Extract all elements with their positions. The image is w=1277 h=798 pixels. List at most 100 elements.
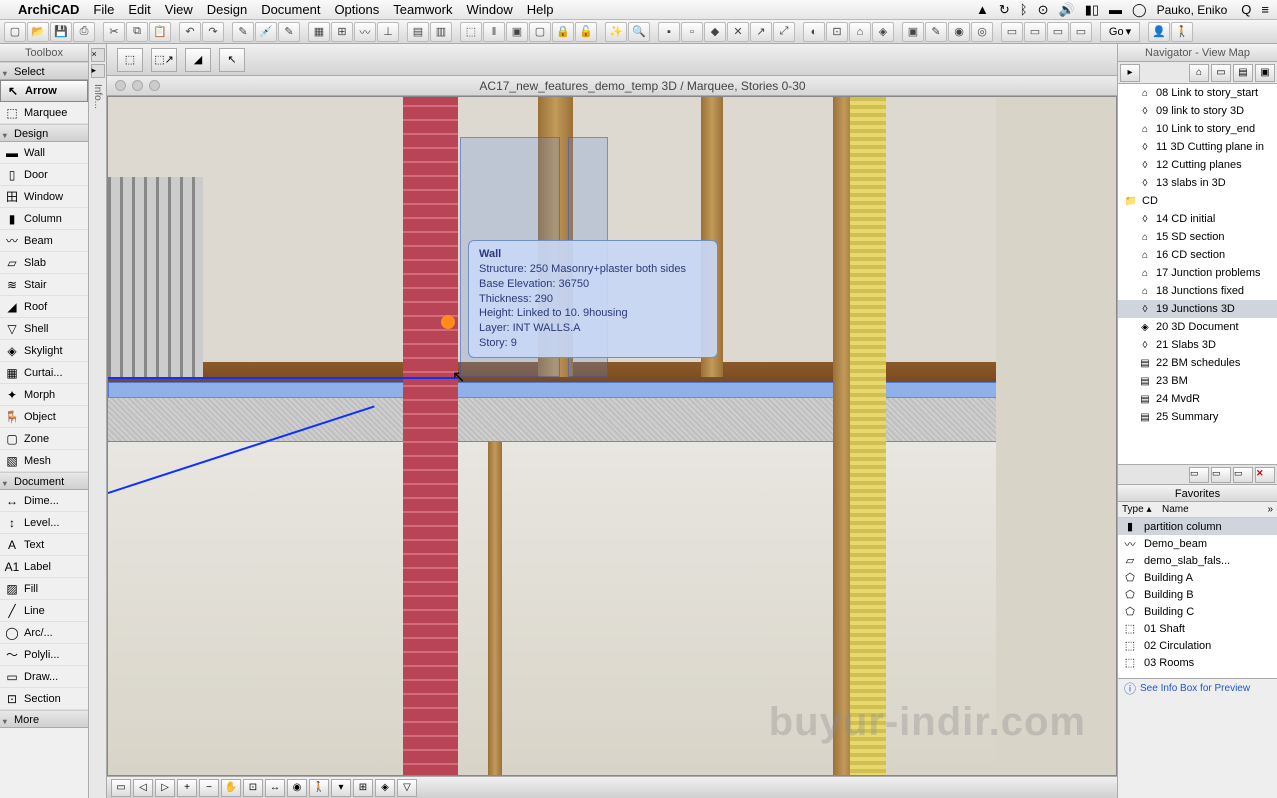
tool-roof[interactable]: ◢Roof bbox=[0, 296, 88, 318]
tool-fill[interactable]: ▨Fill bbox=[0, 578, 88, 600]
menu-help[interactable]: Help bbox=[527, 2, 554, 17]
tool-skylight[interactable]: ◈Skylight bbox=[0, 340, 88, 362]
edit2-button[interactable]: ▫ bbox=[681, 22, 703, 42]
palette3-button[interactable]: ▭ bbox=[1047, 22, 1069, 42]
geom3-button[interactable]: ◢ bbox=[185, 48, 211, 72]
geom4-button[interactable]: ↖ bbox=[219, 48, 245, 72]
measure-button[interactable]: ✎ bbox=[278, 22, 300, 42]
ruler-button[interactable]: ⊥ bbox=[377, 22, 399, 42]
suspend-button[interactable]: ‖ bbox=[483, 22, 505, 42]
tool-draw[interactable]: ▭Draw... bbox=[0, 666, 88, 688]
geom1-button[interactable]: ⬚ bbox=[117, 48, 143, 72]
favorite-item[interactable]: ⬚02 Circulation bbox=[1118, 637, 1277, 654]
view4-button[interactable]: ◈ bbox=[872, 22, 894, 42]
tool-text[interactable]: AText bbox=[0, 534, 88, 556]
render1-button[interactable]: ▣ bbox=[902, 22, 924, 42]
nav-btn-1[interactable]: ▭ bbox=[1189, 467, 1209, 483]
tool-section[interactable]: ⊡Section bbox=[0, 688, 88, 710]
nav-item[interactable]: ▤23 BM bbox=[1118, 372, 1277, 390]
trace-button[interactable]: ⬚ bbox=[460, 22, 482, 42]
lock-button[interactable]: 🔒 bbox=[552, 22, 574, 42]
view2-button[interactable]: ⊡ bbox=[826, 22, 848, 42]
nav-tab-popup[interactable]: ▸ bbox=[1120, 64, 1140, 82]
render4-button[interactable]: ◎ bbox=[971, 22, 993, 42]
redo-button[interactable]: ↷ bbox=[202, 22, 224, 42]
nav-item[interactable]: ◊12 Cutting planes bbox=[1118, 156, 1277, 174]
palette4-button[interactable]: ▭ bbox=[1070, 22, 1092, 42]
copy-button[interactable]: ⧉ bbox=[126, 22, 148, 42]
nav-tab-view[interactable]: ▭ bbox=[1211, 64, 1231, 82]
menu-design[interactable]: Design bbox=[207, 2, 247, 17]
render3-button[interactable]: ◉ bbox=[948, 22, 970, 42]
zoom-page-button[interactable]: ▭ bbox=[111, 779, 131, 797]
user-icon[interactable]: ◯ bbox=[1132, 2, 1147, 18]
group-button[interactable]: ▣ bbox=[506, 22, 528, 42]
nav-item[interactable]: ⌂16 CD section bbox=[1118, 246, 1277, 264]
favorite-item[interactable]: ⬚03 Rooms bbox=[1118, 654, 1277, 671]
tool-slab[interactable]: ▱Slab bbox=[0, 252, 88, 274]
nav-item[interactable]: ⌂17 Junction problems bbox=[1118, 264, 1277, 282]
favorite-item[interactable]: ⬚01 Shaft bbox=[1118, 620, 1277, 637]
edit1-button[interactable]: ▪ bbox=[658, 22, 680, 42]
view1-button[interactable]: ◐ bbox=[803, 22, 825, 42]
pan-button[interactable]: ✋ bbox=[221, 779, 241, 797]
edit5-button[interactable]: ↗ bbox=[750, 22, 772, 42]
nav-item[interactable]: ▤25 Summary bbox=[1118, 408, 1277, 426]
nav-tab-publisher[interactable]: ▣ bbox=[1255, 64, 1275, 82]
tool-morph[interactable]: ✦Morph bbox=[0, 384, 88, 406]
nav-item[interactable]: ◊11 3D Cutting plane in bbox=[1118, 138, 1277, 156]
favorite-item[interactable]: 〰Demo_beam bbox=[1118, 535, 1277, 552]
user-name[interactable]: Pauko, Eniko bbox=[1157, 3, 1228, 17]
menu-view[interactable]: View bbox=[165, 2, 193, 17]
nav-item[interactable]: ◈20 3D Document bbox=[1118, 318, 1277, 336]
tool-door[interactable]: ▯Door bbox=[0, 164, 88, 186]
open-button[interactable]: 📂 bbox=[27, 22, 49, 42]
walk-button[interactable]: 🚶 bbox=[309, 779, 329, 797]
zoom-out-button[interactable]: − bbox=[199, 779, 219, 797]
edit4-button[interactable]: ✕ bbox=[727, 22, 749, 42]
volume-icon[interactable]: 🔊 bbox=[1059, 2, 1075, 18]
scroll-button[interactable]: ↔ bbox=[265, 779, 285, 797]
flag-icon[interactable]: ▬ bbox=[1109, 2, 1122, 17]
extra1-button[interactable]: ⊞ bbox=[353, 779, 373, 797]
tool-zone[interactable]: ▢Zone bbox=[0, 428, 88, 450]
nav-item[interactable]: ◊14 CD initial bbox=[1118, 210, 1277, 228]
edit6-button[interactable]: ⤢ bbox=[773, 22, 795, 42]
bluetooth-icon[interactable]: ᛒ bbox=[1020, 2, 1028, 17]
nav-item[interactable]: 📁CD bbox=[1118, 192, 1277, 210]
favorites-header[interactable]: Type ▴ Name » bbox=[1118, 502, 1277, 518]
zoom-in-button[interactable]: + bbox=[177, 779, 197, 797]
layer-settings-button[interactable]: ▥ bbox=[430, 22, 452, 42]
new-button[interactable]: ▢ bbox=[4, 22, 26, 42]
sync-icon[interactable]: ↻ bbox=[999, 2, 1010, 18]
cut-button[interactable]: ✂ bbox=[103, 22, 125, 42]
close-dot[interactable] bbox=[115, 80, 126, 91]
nav-item[interactable]: ◊21 Slabs 3D bbox=[1118, 336, 1277, 354]
nav-item[interactable]: ▤22 BM schedules bbox=[1118, 354, 1277, 372]
nav-tab-project[interactable]: ⌂ bbox=[1189, 64, 1209, 82]
nav-item[interactable]: ◊09 link to story 3D bbox=[1118, 102, 1277, 120]
help-button[interactable]: 👤 bbox=[1148, 22, 1170, 42]
menu-document[interactable]: Document bbox=[261, 2, 320, 17]
tool-line[interactable]: ╱Line bbox=[0, 600, 88, 622]
tool-marquee[interactable]: ⬚Marquee bbox=[0, 102, 88, 124]
snap-button[interactable]: ▦ bbox=[308, 22, 330, 42]
inject-button[interactable]: 💉 bbox=[255, 22, 277, 42]
info-expand-icon[interactable]: ▸ bbox=[91, 64, 105, 78]
favorite-item[interactable]: ⬠Building B bbox=[1118, 586, 1277, 603]
zoom-prev-button[interactable]: ◁ bbox=[133, 779, 153, 797]
tool-curtai[interactable]: ▦Curtai... bbox=[0, 362, 88, 384]
menu-teamwork[interactable]: Teamwork bbox=[393, 2, 452, 17]
tool-level[interactable]: ↕Level... bbox=[0, 512, 88, 534]
tool-stair[interactable]: ≋Stair bbox=[0, 274, 88, 296]
navigator-tree[interactable]: ⌂08 Link to story_start◊09 link to story… bbox=[1118, 84, 1277, 464]
nav-item[interactable]: ▤24 MvdR bbox=[1118, 390, 1277, 408]
tool-window[interactable]: 田Window bbox=[0, 186, 88, 208]
tool-arc[interactable]: ◯Arc/... bbox=[0, 622, 88, 644]
tool-polyli[interactable]: 〜Polyli... bbox=[0, 644, 88, 666]
edit3-button[interactable]: ◆ bbox=[704, 22, 726, 42]
nav-item[interactable]: ◊19 Junctions 3D bbox=[1118, 300, 1277, 318]
layers-button[interactable]: ▤ bbox=[407, 22, 429, 42]
go-button[interactable]: Go▾ bbox=[1100, 22, 1140, 42]
zoom-dot[interactable] bbox=[149, 80, 160, 91]
